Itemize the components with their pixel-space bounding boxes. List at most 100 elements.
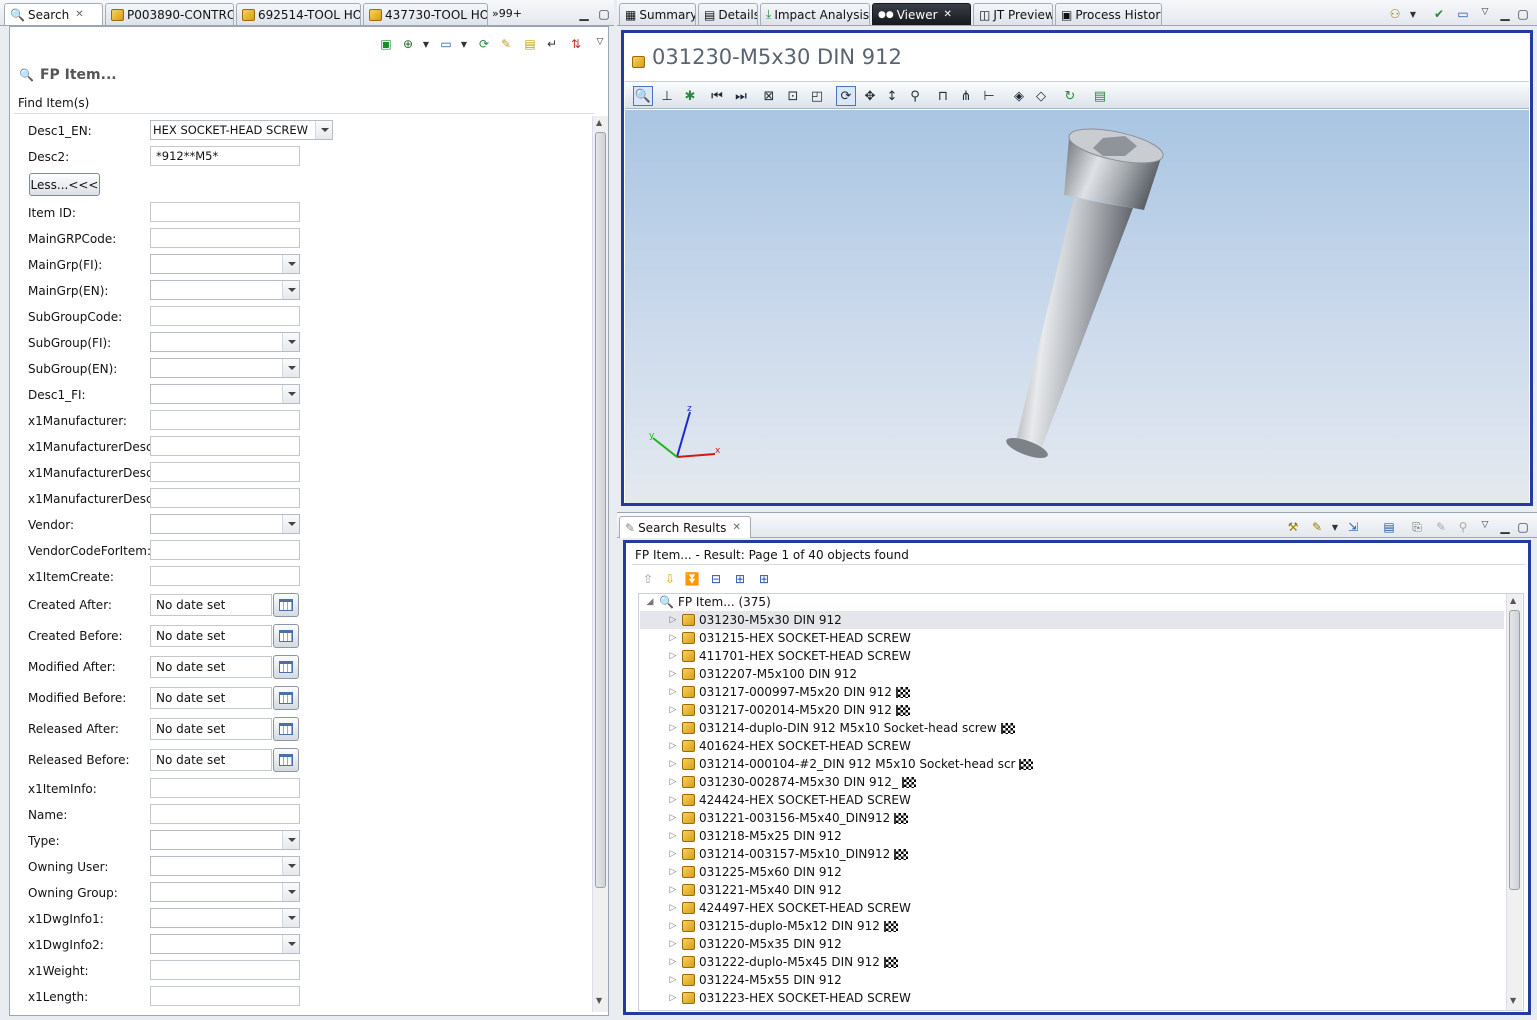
field-input[interactable] [150, 306, 300, 326]
field-input[interactable] [150, 778, 300, 798]
expand-all-icon[interactable]: ⊞ [756, 571, 772, 587]
fit-all-icon[interactable]: ⊠ [759, 86, 779, 106]
tree-row[interactable]: ▷ 031217-000997-M5x20 DIN 912 [640, 683, 910, 701]
field-combo[interactable] [150, 332, 300, 352]
expand-icon[interactable]: ⊞ [732, 571, 748, 587]
copy-icon[interactable]: ⎘ [1409, 519, 1425, 535]
expand-triangle-icon[interactable]: ▷ [668, 777, 678, 787]
tree-row[interactable]: ▷ 031230-M5x30 DIN 912 [640, 611, 1504, 629]
scroll-thumb[interactable] [595, 132, 606, 888]
field-input[interactable] [150, 488, 300, 508]
users-icon[interactable]: ⚇ [1387, 6, 1403, 22]
scroll-up-icon[interactable]: ▲ [596, 118, 602, 127]
tree-row[interactable]: ▷ 401624-HEX SOCKET-HEAD SCREW [640, 737, 911, 755]
expand-triangle-icon[interactable]: ▷ [668, 759, 678, 769]
collapse-all-icon[interactable]: ⏬ [684, 571, 700, 587]
walk-icon[interactable]: ✱ [680, 86, 700, 106]
chevron-down-icon[interactable] [282, 909, 299, 927]
tab-summary[interactable]: ▦ Summary [619, 3, 696, 25]
minimize-icon[interactable]: ▁ [576, 6, 592, 22]
tree-row[interactable]: ▷ 031214-003157-M5x10_DIN912 [640, 845, 909, 863]
tree-row[interactable]: ▷ 031215-HEX SOCKET-HEAD SCREW [640, 629, 911, 647]
expand-triangle-icon[interactable]: ▷ [668, 687, 678, 697]
expand-triangle-icon[interactable]: ▷ [668, 993, 678, 1003]
field-input[interactable] [150, 566, 300, 586]
collapse-triangle-icon[interactable]: ◢ [645, 597, 655, 607]
refresh-icon[interactable]: ⟳ [476, 36, 492, 52]
last-frame-icon[interactable]: ⏭ [731, 86, 751, 106]
search-icon[interactable]: ⚲ [1455, 519, 1471, 535]
field-input[interactable] [150, 986, 300, 1006]
chevron-down-icon[interactable] [315, 121, 332, 139]
date-field[interactable]: No date set [150, 718, 272, 740]
field-combo[interactable] [150, 882, 300, 902]
align-icon[interactable]: ⊢ [979, 86, 999, 106]
chevron-down-icon[interactable] [282, 857, 299, 875]
field-input[interactable] [150, 804, 300, 824]
expand-triangle-icon[interactable]: ▷ [668, 849, 678, 859]
tree-row[interactable]: ▷ 031221-M5x40 DIN 912 [640, 881, 842, 899]
chevron-down-icon[interactable] [282, 515, 299, 533]
maximize-icon[interactable]: ▢ [596, 6, 612, 22]
calendar-button[interactable] [273, 593, 299, 617]
calendar-button[interactable] [273, 655, 299, 679]
chevron-down-icon[interactable] [282, 333, 299, 351]
tab-item-1[interactable]: P003890-CONTROL [105, 3, 234, 25]
tree-row[interactable]: ▷ 031220-M5x35 DIN 912 [640, 935, 842, 953]
checkmark-icon[interactable]: ✔ [1431, 6, 1447, 22]
expand-triangle-icon[interactable]: ▷ [668, 921, 678, 931]
chevron-down-icon[interactable]: ▼ [418, 36, 434, 52]
tab-item-2[interactable]: 692514-TOOL HOL [236, 3, 361, 25]
table-icon[interactable]: ▤ [1381, 519, 1397, 535]
less-button[interactable]: Less...<<< [29, 173, 100, 196]
field-input[interactable] [150, 540, 300, 560]
field-combo[interactable] [150, 514, 300, 534]
tree-row[interactable]: ▷ 031223-HEX SOCKET-HEAD SCREW [640, 989, 911, 1007]
expand-triangle-icon[interactable]: ▷ [668, 723, 678, 733]
expand-triangle-icon[interactable]: ▷ [668, 975, 678, 985]
filter-icon[interactable]: ⚒ [1285, 519, 1301, 535]
field-combo[interactable] [150, 280, 300, 300]
field-input[interactable] [150, 410, 300, 430]
zoom-area-icon[interactable]: ⊡ [783, 86, 803, 106]
date-field[interactable]: No date set [150, 594, 272, 616]
tree-row[interactable]: ▷ 411701-HEX SOCKET-HEAD SCREW [640, 647, 911, 665]
tab-item-3[interactable]: 437730-TOOL HOL [363, 3, 488, 25]
section-icon[interactable]: ⊓ [933, 86, 953, 106]
scroll-up-icon[interactable]: ▲ [1510, 596, 1516, 605]
field-combo[interactable] [150, 384, 300, 404]
chevron-down-icon[interactable] [282, 883, 299, 901]
calendar-button[interactable] [273, 624, 299, 648]
expand-triangle-icon[interactable]: ▷ [668, 669, 678, 679]
chevron-down-icon[interactable] [282, 255, 299, 273]
tree-row[interactable]: ▷ 031215-duplo-M5x12 DIN 912 [640, 917, 898, 935]
expand-triangle-icon[interactable]: ▷ [668, 615, 678, 625]
execute-search-icon[interactable]: ▣ [378, 36, 394, 52]
expand-triangle-icon[interactable]: ▷ [668, 633, 678, 643]
tree-row[interactable]: ▷ 031218-M5x25 DIN 912 [640, 827, 842, 845]
expand-triangle-icon[interactable]: ▷ [668, 939, 678, 949]
date-field[interactable]: No date set [150, 687, 272, 709]
calendar-button[interactable] [273, 717, 299, 741]
tab-search-results[interactable]: ✎ Search Results ✕ [619, 516, 751, 538]
expand-triangle-icon[interactable]: ▷ [668, 867, 678, 877]
expand-triangle-icon[interactable]: ▷ [668, 831, 678, 841]
tree-row[interactable]: ▷ 424497-HEX SOCKET-HEAD SCREW [640, 899, 911, 917]
date-field[interactable]: No date set [150, 625, 272, 647]
expand-triangle-icon[interactable]: ▷ [668, 795, 678, 805]
field-input[interactable] [150, 436, 300, 456]
date-field[interactable]: No date set [150, 656, 272, 678]
rotate-icon[interactable]: ⟳ [836, 86, 856, 106]
sort-icon[interactable]: ⇅ [568, 36, 584, 52]
refresh-icon[interactable]: ↻ [1060, 86, 1080, 106]
calendar-button[interactable] [273, 748, 299, 772]
results-scrollbar[interactable]: ▲ ▼ [1506, 594, 1522, 1010]
scroll-down-icon[interactable]: ▼ [1510, 996, 1516, 1005]
window-icon[interactable]: ▭ [438, 36, 454, 52]
minimize-icon[interactable]: ▁ [1497, 6, 1513, 22]
view-menu-icon[interactable]: ▽ [1477, 4, 1493, 20]
tree-row[interactable]: ▷ 031224-M5x55 DIN 912 [640, 971, 842, 989]
desc1-en-combo[interactable]: HEX SOCKET-HEAD SCREW [150, 120, 333, 140]
tree-row[interactable]: ▷ 031221-003156-M5x40_DIN912 [640, 809, 909, 827]
tab-impact-analysis[interactable]: ⤓ Impact Analysis [760, 3, 870, 25]
